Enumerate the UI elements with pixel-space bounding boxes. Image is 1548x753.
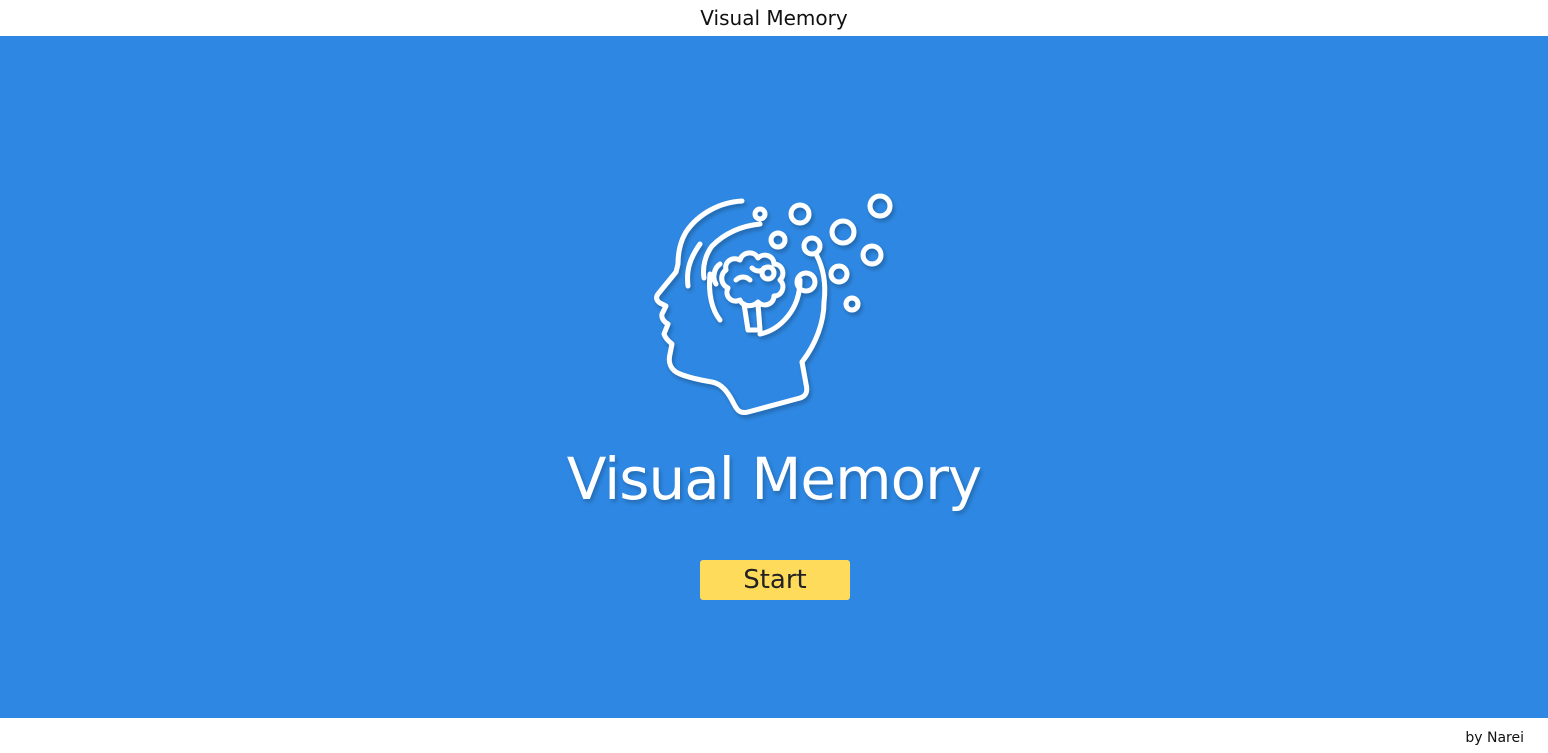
hero-section: Visual Memory Start [0,36,1548,718]
start-button[interactable]: Start [700,560,850,600]
head-brain-memory-icon [640,154,910,444]
app-title: Visual Memory [700,6,848,30]
app-header: Visual Memory [0,0,1548,36]
footer: by Narei [0,718,1548,753]
hero-title: Visual Memory [566,445,982,513]
author-credit: by Narei [1465,730,1524,746]
